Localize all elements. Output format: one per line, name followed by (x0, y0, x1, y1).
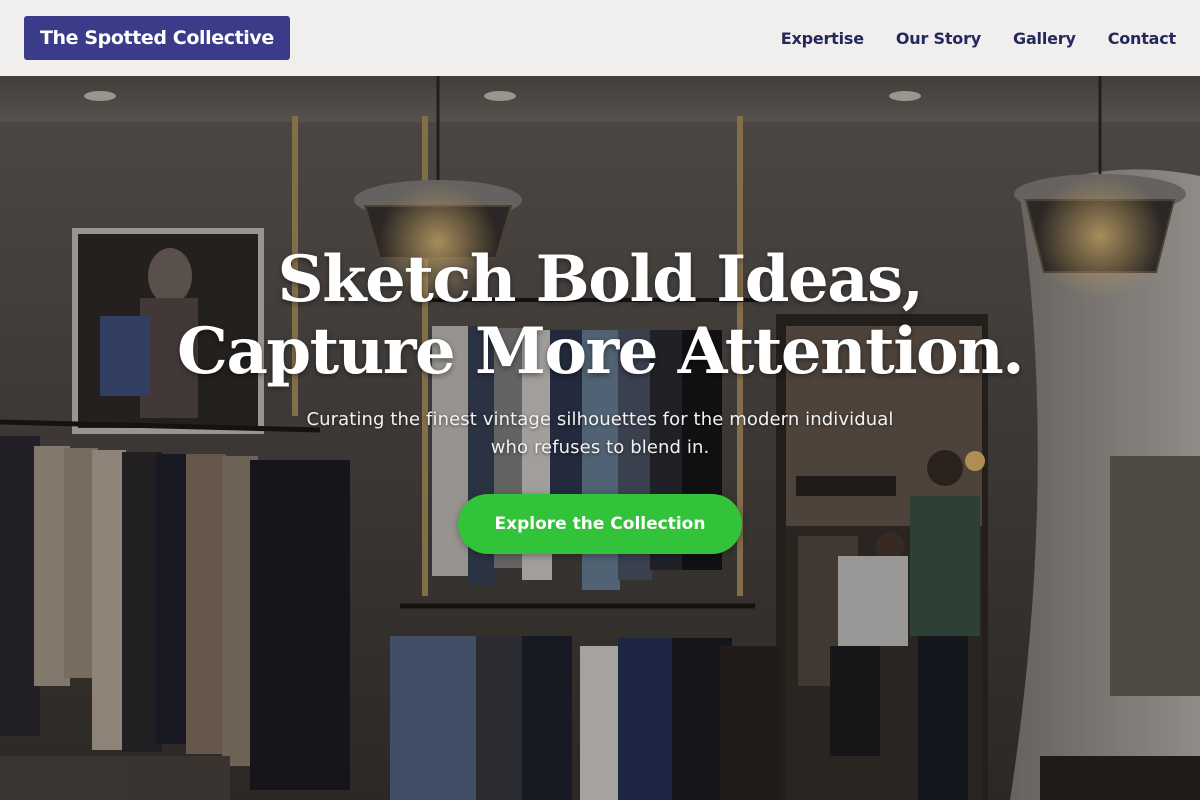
hero-headline-line-1: Sketch Bold Ideas, (277, 242, 924, 317)
nav-link-gallery[interactable]: Gallery (1013, 29, 1076, 48)
nav-link-our-story[interactable]: Our Story (896, 29, 981, 48)
hero-subtitle: Curating the finest vintage silhouettes … (0, 406, 1200, 462)
nav-link-expertise[interactable]: Expertise (781, 29, 864, 48)
explore-collection-button[interactable]: Explore the Collection (458, 494, 742, 554)
hero-subtitle-line-2: who refuses to blend in. (490, 437, 710, 458)
site-logo[interactable]: The Spotted Collective (24, 16, 290, 60)
nav-link-contact[interactable]: Contact (1108, 29, 1177, 48)
main-nav: Expertise Our Story Gallery Contact (781, 29, 1176, 48)
hero-section: Sketch Bold Ideas, Capture More Attentio… (0, 76, 1200, 800)
site-header: The Spotted Collective Expertise Our Sto… (0, 0, 1200, 76)
hero-headline: Sketch Bold Ideas, Capture More Attentio… (0, 244, 1200, 388)
hero-headline-line-2: Capture More Attention. (177, 314, 1025, 389)
hero-subtitle-line-1: Curating the finest vintage silhouettes … (306, 409, 894, 430)
